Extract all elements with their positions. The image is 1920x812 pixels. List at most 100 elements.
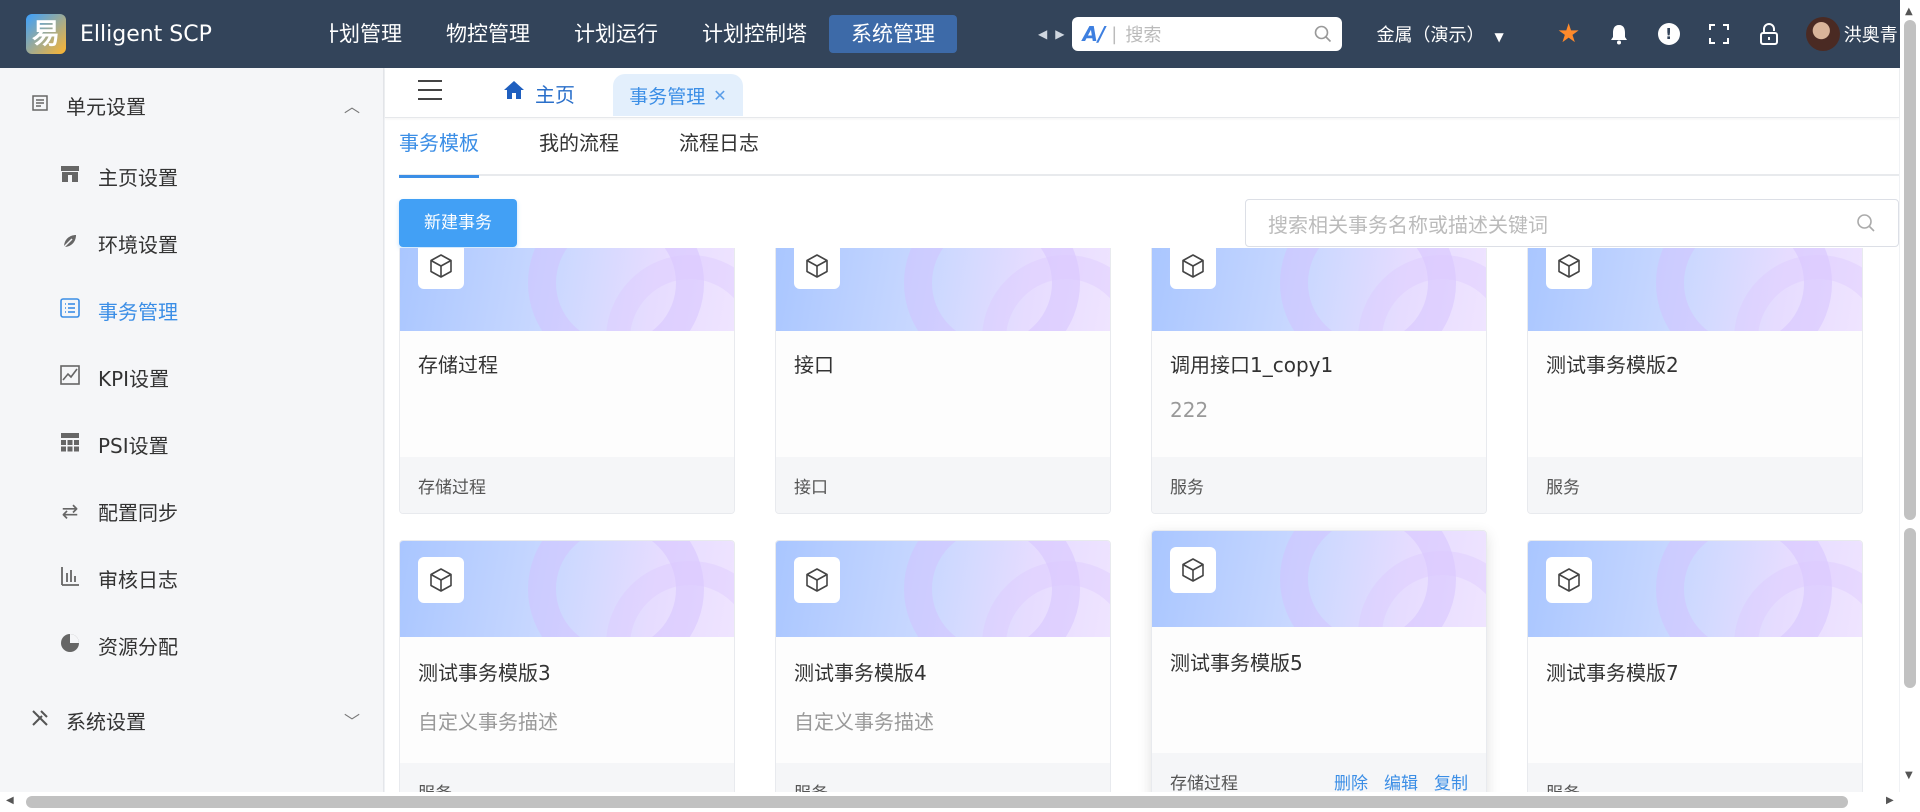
sidebar-group-label: 系统设置	[66, 709, 146, 734]
global-search-input[interactable]: 搜索	[1125, 21, 1314, 47]
scroll-up-icon[interactable]: ▲	[1905, 6, 1913, 17]
card-banner	[1152, 531, 1486, 627]
new-transaction-button[interactable]: 新建事务	[399, 199, 517, 247]
sidebar-item-audit-log[interactable]: 审核日志	[58, 558, 358, 598]
menu-toggle-icon[interactable]	[418, 80, 442, 100]
app-logo-icon	[26, 14, 66, 54]
sidebar-item-label: 主页设置	[98, 165, 178, 190]
card-banner	[1528, 541, 1862, 637]
scroll-left-icon[interactable]: ◀	[6, 795, 14, 806]
card-body: 测试事务模版2	[1528, 331, 1862, 457]
sidebar-item-home-settings[interactable]: 主页设置	[58, 156, 358, 196]
scroll-right-icon[interactable]: ▶	[1886, 795, 1894, 806]
card-type: 服务	[1170, 477, 1204, 498]
search-separator: |	[1111, 23, 1118, 45]
sidebar-item-config-sync[interactable]: ⇄ 配置同步	[58, 491, 358, 531]
card-footer: 存储过程	[400, 457, 734, 513]
leaf-icon	[58, 231, 82, 256]
card-footer: 接口	[776, 457, 1110, 513]
template-card[interactable]: 测试事务模版2 服务	[1527, 248, 1863, 514]
bar-chart-icon	[58, 565, 82, 592]
cube-icon	[418, 557, 464, 603]
cube-icon	[1546, 557, 1592, 603]
org-selector[interactable]: 金属（演示） ▼	[1376, 21, 1503, 47]
scrollbar-thumb-inner[interactable]	[1904, 528, 1916, 688]
delete-link[interactable]: 删除	[1334, 769, 1368, 794]
star-icon[interactable]: ★	[1544, 19, 1594, 49]
horizontal-scrollbar[interactable]: ◀ ▶	[0, 792, 1900, 812]
card-desc: 自定义事务描述	[418, 710, 558, 734]
subtab-transaction-templates[interactable]: 事务模板	[399, 128, 479, 178]
subtab-my-processes[interactable]: 我的流程	[539, 128, 619, 176]
sidebar-group-unit-settings[interactable]: 单元设置 ︿	[30, 85, 360, 125]
nav-item-label: 计划管理	[330, 22, 402, 46]
template-card[interactable]: 存储过程 存储过程	[399, 248, 735, 514]
sidebar: 单元设置 ︿ 主页设置 环境设置 事务管理 KPI设置 PSI设置 ⇄ 配置同步	[0, 68, 384, 802]
card-desc: 自定义事务描述	[794, 710, 934, 734]
lock-icon[interactable]	[1744, 23, 1794, 45]
sidebar-item-kpi-settings[interactable]: KPI设置	[58, 357, 358, 397]
template-card[interactable]: 调用接口1_copy1 222 服务	[1151, 248, 1487, 514]
card-type: 接口	[794, 477, 828, 498]
cube-icon	[794, 557, 840, 603]
chevron-up-icon: ︿	[343, 97, 360, 116]
cube-icon	[1170, 248, 1216, 289]
user-avatar[interactable]	[1805, 17, 1840, 51]
search-icon[interactable]	[1314, 25, 1332, 43]
template-card[interactable]: 测试事务模版7 服务	[1527, 540, 1863, 796]
scrollbar-thumb[interactable]	[1904, 20, 1916, 520]
sidebar-item-psi-settings[interactable]: PSI设置	[58, 424, 358, 464]
cube-icon	[794, 248, 840, 289]
nav-item-material-control[interactable]: 物控管理	[424, 15, 552, 53]
card-banner	[1528, 248, 1862, 331]
card-body: 测试事务模版3 自定义事务描述	[400, 637, 734, 763]
grid-icon	[58, 431, 82, 458]
tools-icon	[30, 708, 50, 733]
global-search[interactable]: A/ | 搜索	[1072, 17, 1343, 51]
nav-item-plan-management[interactable]: 计划管理	[330, 15, 424, 53]
scroll-down-icon[interactable]: ▼	[1905, 770, 1913, 781]
copy-link[interactable]: 复制	[1434, 769, 1468, 794]
scrollbar-thumb[interactable]	[26, 796, 1848, 808]
bell-icon[interactable]	[1594, 23, 1644, 45]
nav-scroll-left-icon[interactable]: ◀	[1038, 27, 1047, 41]
template-card[interactable]: 测试事务模版3 自定义事务描述 服务	[399, 540, 735, 796]
store-icon	[58, 164, 82, 189]
template-card-hovered[interactable]: 测试事务模版5 存储过程 删除 编辑 复制	[1151, 530, 1487, 796]
card-body: 测试事务模版4 自定义事务描述	[776, 637, 1110, 763]
vertical-scrollbar[interactable]: ▲ ▼	[1900, 0, 1920, 812]
transaction-search-input[interactable]: 搜索相关事务名称或描述关键词	[1245, 199, 1899, 247]
card-type: 存储过程	[418, 477, 486, 498]
template-card[interactable]: 接口 接口	[775, 248, 1111, 514]
tab-transaction-management[interactable]: 事务管理 ✕	[613, 74, 743, 116]
subtab-process-log[interactable]: 流程日志	[679, 128, 759, 176]
sidebar-group-system-settings[interactable]: 系统设置 ﹀	[30, 700, 360, 740]
sidebar-item-transaction-management[interactable]: 事务管理	[58, 290, 358, 330]
template-card-grid: 存储过程 存储过程 接口 接口 调用接口1_copy1 222 服务 测试事务模…	[399, 248, 1899, 796]
template-card[interactable]: 测试事务模版4 自定义事务描述 服务	[775, 540, 1111, 796]
card-title: 存储过程	[418, 353, 498, 377]
card-banner	[776, 541, 1110, 637]
brand[interactable]: Elligent SCP	[0, 14, 330, 54]
card-body: 调用接口1_copy1 222	[1152, 331, 1486, 457]
card-banner	[400, 248, 734, 331]
nav-scroll-right-icon[interactable]: ▶	[1055, 27, 1064, 41]
ai-icon: A/	[1082, 22, 1106, 46]
cube-icon	[1546, 248, 1592, 289]
edit-link[interactable]: 编辑	[1384, 769, 1418, 794]
user-name[interactable]: 洪奥青	[1844, 21, 1898, 47]
nav-item-system-management[interactable]: 系统管理	[829, 15, 957, 53]
close-icon[interactable]: ✕	[713, 86, 726, 105]
tab-home[interactable]: 主页	[503, 78, 575, 108]
sidebar-item-label: 审核日志	[98, 567, 178, 592]
sidebar-item-label: 配置同步	[98, 500, 178, 525]
fullscreen-icon[interactable]	[1694, 23, 1744, 45]
card-title: 测试事务模版7	[1546, 661, 1679, 685]
nav-item-plan-control-tower[interactable]: 计划控制塔	[680, 15, 829, 53]
info-alert-icon[interactable]: !	[1644, 23, 1694, 45]
search-icon[interactable]	[1856, 213, 1876, 233]
sidebar-item-resource-allocation[interactable]: 资源分配	[58, 625, 358, 665]
card-title: 测试事务模版4	[794, 661, 927, 685]
nav-item-plan-run[interactable]: 计划运行	[552, 15, 680, 53]
sidebar-item-env-settings[interactable]: 环境设置	[58, 223, 358, 263]
